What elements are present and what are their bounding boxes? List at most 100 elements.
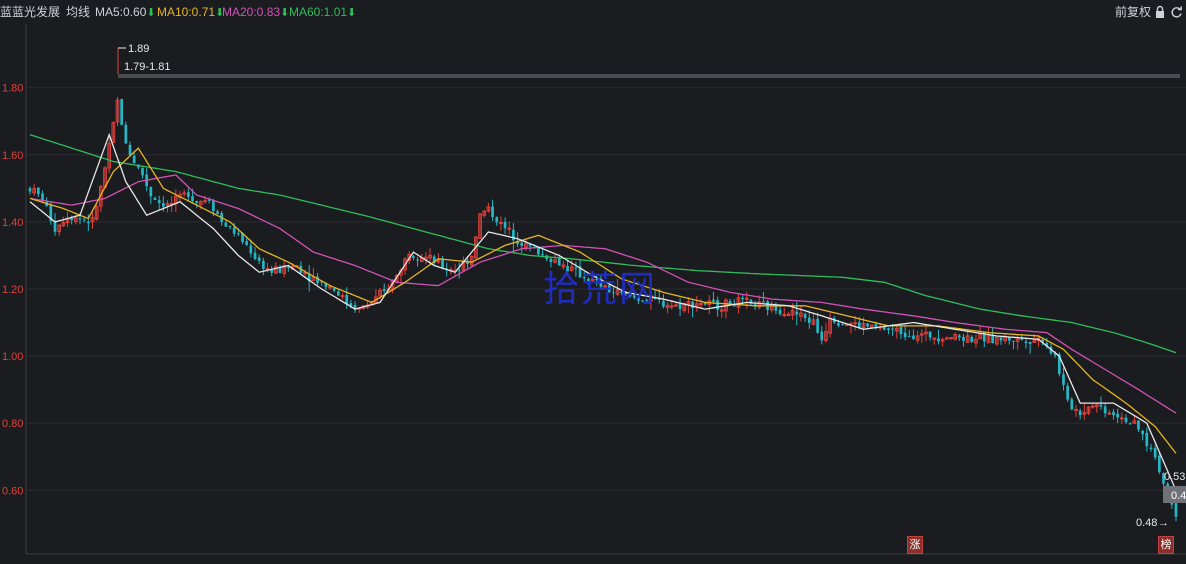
candle-body-up <box>853 322 857 325</box>
candle-body-down <box>741 297 744 300</box>
chart-header: 蓝 蓝光发展 均线 MA5:0.60⬇ MA10:0.71⬇ MA20:0.83… <box>0 0 1186 24</box>
candle-body-down <box>678 303 682 309</box>
candle-body-down <box>262 260 265 269</box>
ma10-label: MA10:0.71 <box>157 5 216 19</box>
lock-icon[interactable] <box>1154 0 1166 27</box>
candle-body-down <box>457 270 461 272</box>
candle-body-down <box>212 200 215 212</box>
candle-body-down <box>1078 410 1082 416</box>
candle-body-down <box>803 313 807 319</box>
candle-body-down <box>520 242 524 246</box>
candle-body-down <box>662 300 665 307</box>
candle-body-down <box>78 218 82 220</box>
candle-body-down <box>820 331 824 341</box>
candle-body-down <box>157 200 161 203</box>
candle-body-down <box>1024 341 1028 343</box>
candle-body-down <box>937 338 940 342</box>
candle-body-down <box>899 327 903 335</box>
candle-body-down <box>891 328 894 330</box>
candle-body-down <box>249 245 253 254</box>
candle-body-down <box>332 288 336 291</box>
ma20-value: MA20:0.83⬇ <box>222 0 289 25</box>
candle-body-down <box>1137 420 1140 430</box>
ma5-down-arrow-icon: ⬇ <box>146 7 156 19</box>
candle-body-down <box>1028 341 1032 344</box>
candle-body-down <box>712 299 715 302</box>
candle-body-down <box>162 203 165 207</box>
candle-body-down <box>874 324 878 327</box>
candle-body-down <box>416 259 419 261</box>
candle-body-down <box>512 229 515 241</box>
candle-body-down <box>816 318 819 333</box>
candle-body-down <box>287 267 290 269</box>
stock-prefix: 蓝 <box>0 5 13 19</box>
candle-body-down <box>1128 423 1132 425</box>
candle-body-down <box>999 337 1003 341</box>
candle-body-down <box>962 336 965 341</box>
stock-name[interactable]: 蓝光发展 <box>12 0 60 24</box>
candle-body-down <box>1153 448 1157 458</box>
candle-body-down <box>1103 406 1107 414</box>
candle-body-down <box>537 247 540 255</box>
candle-body-down <box>245 241 249 245</box>
candle-body-down <box>124 124 128 144</box>
candle-body-down <box>1149 447 1153 450</box>
candle-body-down <box>191 196 194 202</box>
candle-body-down <box>141 167 144 176</box>
candle-body-down <box>53 221 57 232</box>
candle-body-up <box>944 337 949 340</box>
ma60-down-arrow-icon: ⬇ <box>347 7 357 19</box>
candle-body-down <box>762 301 765 303</box>
candle-body-down <box>412 256 415 258</box>
candle-body-down <box>1062 374 1065 385</box>
candle-body-down <box>907 336 911 338</box>
candle-body-down <box>1124 417 1128 423</box>
candle-body-down <box>132 155 136 163</box>
ma20-down-arrow-icon: ⬇ <box>280 7 290 19</box>
cut-price-label: 0.4 <box>1171 490 1186 502</box>
candle-body-down <box>337 291 340 296</box>
ma60-value: MA60:1.01⬇ <box>289 0 356 25</box>
candle-body-down <box>1174 503 1178 517</box>
candle-body-down <box>887 328 890 331</box>
refresh-icon[interactable] <box>1170 0 1183 27</box>
low-label: 0.48 <box>1136 517 1157 529</box>
resistance-band <box>118 74 1180 78</box>
candle-body-down <box>957 335 961 338</box>
candle-body-down <box>441 259 444 268</box>
candle-body-down <box>1145 432 1149 447</box>
candle-body-up <box>507 227 512 230</box>
indicator-selector[interactable]: 均线 <box>66 0 90 24</box>
candle-body-down <box>382 289 386 291</box>
candle-body-down <box>503 221 507 229</box>
y-tick-label: 0.80 <box>2 418 23 430</box>
candle-body-down <box>216 211 219 215</box>
candle-body-up <box>932 337 937 340</box>
candle-body-down <box>1099 404 1103 407</box>
watermark: 拾荒网 <box>543 269 658 310</box>
candle-body-down <box>541 254 544 256</box>
dragon-tiger-list-marker[interactable]: 榜 <box>1158 536 1174 554</box>
limit-up-marker[interactable]: 涨 <box>907 536 923 554</box>
candle-body-down <box>237 233 240 235</box>
candle-body-down <box>1112 411 1115 416</box>
candle-body-down <box>928 331 932 338</box>
ma5-label: MA5:0.60 <box>95 5 147 19</box>
candle-body-down <box>86 221 90 224</box>
candle-body-down <box>257 257 261 262</box>
candle-body-down <box>691 301 694 309</box>
high-label: 1.89 <box>128 43 149 55</box>
y-tick-label: 1.80 <box>2 83 23 95</box>
candle-body-up <box>499 222 503 225</box>
candle-body-down <box>903 332 907 337</box>
candle-body-down <box>991 335 994 343</box>
candle-body-down <box>716 300 719 310</box>
candle-body-down <box>1012 340 1015 342</box>
candle-body-down <box>495 217 499 223</box>
candle-body-down <box>1141 430 1145 435</box>
ma60-label: MA60:1.01 <box>289 5 348 19</box>
candle-body-up <box>1107 412 1112 415</box>
adjust-mode-button[interactable]: 前复权 <box>1115 0 1151 24</box>
candle-body-down <box>28 188 32 192</box>
y-tick-label: 0.60 <box>2 485 23 497</box>
